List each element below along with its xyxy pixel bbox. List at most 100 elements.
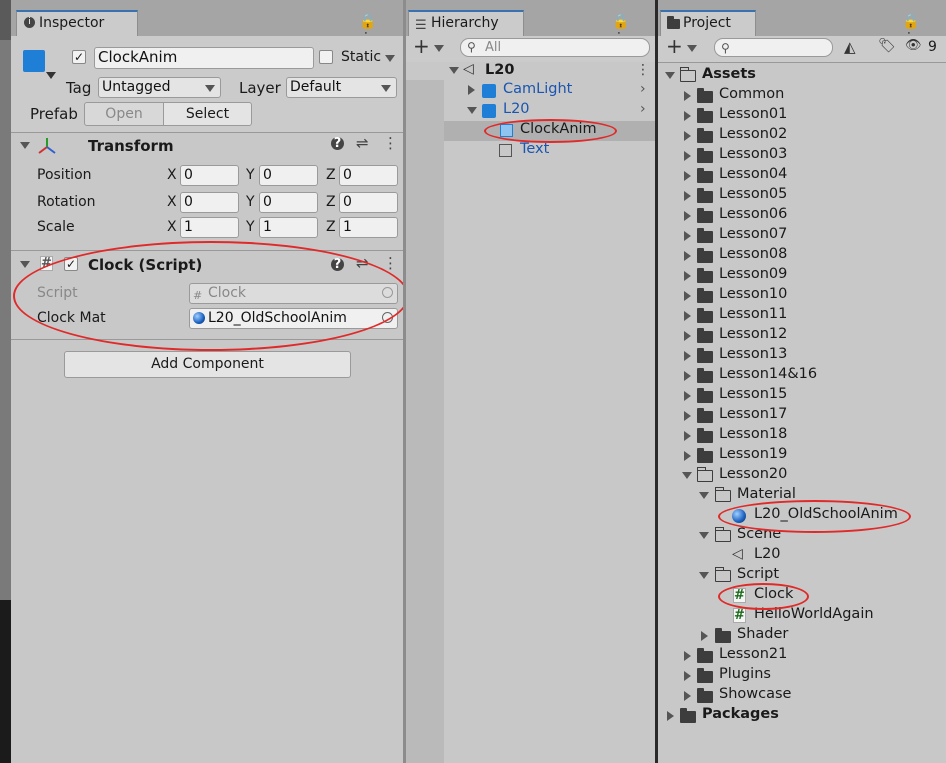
tree-item-folder[interactable]: Showcase [658, 686, 946, 706]
tree-item-folder[interactable]: Lesson10 [658, 286, 946, 306]
foldout-icon[interactable] [684, 271, 691, 281]
tree-item-folder[interactable]: Lesson01 [658, 106, 946, 126]
tree-item-folder[interactable]: Lesson07 [658, 226, 946, 246]
active-checkbox[interactable]: ✓ [72, 50, 86, 64]
icon-dropdown-icon[interactable] [46, 72, 56, 79]
tree-item-scene-asset[interactable]: ◁ L20 [658, 546, 946, 566]
filter-by-label-icon[interactable]: 🏷 [878, 38, 896, 54]
hierarchy-item-text[interactable]: Text [406, 141, 655, 161]
foldout-icon[interactable] [684, 391, 691, 401]
foldout-icon[interactable] [699, 492, 709, 499]
hierarchy-item-clockanim[interactable]: ClockAnim [444, 121, 655, 141]
chevron-right-icon[interactable]: › [640, 101, 646, 117]
tree-item-material-asset[interactable]: L20_OldSchoolAnim [658, 506, 946, 526]
preset-icon[interactable]: ⇌ [356, 134, 369, 152]
foldout-icon[interactable] [684, 451, 691, 461]
static-dropdown-icon[interactable] [385, 55, 395, 62]
object-picker-icon[interactable] [382, 312, 393, 323]
tab-project[interactable]: Project [660, 10, 756, 36]
static-checkbox[interactable] [319, 50, 333, 64]
foldout-icon[interactable] [684, 351, 691, 361]
project-search-input[interactable]: ⚲ [714, 38, 833, 57]
foldout-icon[interactable] [684, 331, 691, 341]
tree-item-folder[interactable]: Lesson13 [658, 346, 946, 366]
scale-x-input[interactable]: 1 [180, 217, 239, 238]
tree-item-script[interactable]: Script [658, 566, 946, 586]
hierarchy-item-l20[interactable]: L20 › [406, 101, 655, 121]
tree-item-folder[interactable]: Lesson03 [658, 146, 946, 166]
chevron-right-icon[interactable]: › [640, 81, 646, 97]
layer-dropdown[interactable]: Default [286, 77, 397, 98]
rotation-y-input[interactable]: 0 [259, 192, 318, 213]
tab-hierarchy[interactable]: ☰ Hierarchy [408, 10, 524, 36]
foldout-icon[interactable] [684, 251, 691, 261]
tree-item-material[interactable]: Material [658, 486, 946, 506]
rotation-z-input[interactable]: 0 [339, 192, 398, 213]
help-icon[interactable]: ? [331, 137, 344, 150]
tab-inspector[interactable]: i Inspector [16, 10, 138, 36]
component-enabled-checkbox[interactable]: ✓ [64, 257, 78, 271]
create-plus-icon[interactable]: + [666, 34, 683, 58]
tree-item-folder[interactable]: Common [658, 86, 946, 106]
hierarchy-item-camlight[interactable]: CamLight › [406, 81, 655, 101]
foldout-icon[interactable] [684, 111, 691, 121]
tree-item-folder[interactable]: Lesson21 [658, 646, 946, 666]
help-icon[interactable]: ? [331, 258, 344, 271]
tree-item-packages[interactable]: Packages [658, 706, 946, 726]
foldout-icon[interactable] [684, 411, 691, 421]
create-dropdown-icon[interactable] [687, 45, 697, 52]
clock-mat-object-field[interactable]: L20_OldSchoolAnim [189, 308, 398, 329]
position-y-input[interactable]: 0 [259, 165, 318, 186]
scene-row[interactable]: ◁ L20 ⋮ [406, 61, 655, 80]
tree-item-folder[interactable]: Lesson09 [658, 266, 946, 286]
foldout-icon[interactable] [467, 107, 477, 114]
foldout-icon[interactable] [684, 671, 691, 681]
foldout-icon[interactable] [684, 191, 691, 201]
tree-item-scene[interactable]: Scene [658, 526, 946, 546]
scale-y-input[interactable]: 1 [259, 217, 318, 238]
foldout-icon[interactable] [684, 151, 691, 161]
position-z-input[interactable]: 0 [339, 165, 398, 186]
filter-by-type-icon[interactable]: ◭ [844, 38, 856, 56]
tree-item-folder[interactable]: Lesson04 [658, 166, 946, 186]
tree-item-folder[interactable]: Lesson05 [658, 186, 946, 206]
create-plus-icon[interactable]: + [413, 34, 430, 58]
foldout-icon[interactable] [684, 171, 691, 181]
tree-item-folder[interactable]: Lesson11 [658, 306, 946, 326]
context-menu-icon[interactable]: ⋮ [383, 134, 398, 152]
tree-item-folder[interactable]: Plugins [658, 666, 946, 686]
tree-item-shader[interactable]: Shader [658, 626, 946, 646]
context-menu-icon[interactable]: ⋮ [383, 254, 398, 272]
scale-z-input[interactable]: 1 [339, 217, 398, 238]
tree-item-lesson20[interactable]: Lesson20 [658, 466, 946, 486]
foldout-icon[interactable] [449, 67, 459, 74]
foldout-icon[interactable] [20, 142, 30, 149]
tree-item-folder[interactable]: Lesson14&16 [658, 366, 946, 386]
tree-item-folder[interactable]: Lesson12 [658, 326, 946, 346]
tree-item-assets[interactable]: Assets [658, 66, 946, 86]
foldout-icon[interactable] [684, 291, 691, 301]
tree-item-folder[interactable]: Lesson02 [658, 126, 946, 146]
tree-item-folder[interactable]: Lesson15 [658, 386, 946, 406]
foldout-icon[interactable] [684, 311, 691, 321]
tree-item-folder[interactable]: Lesson18 [658, 426, 946, 446]
prefab-open-button[interactable]: Open [84, 102, 164, 126]
foldout-icon[interactable] [684, 131, 691, 141]
foldout-icon[interactable] [684, 651, 691, 661]
tree-item-folder[interactable]: Lesson19 [658, 446, 946, 466]
foldout-icon[interactable] [699, 532, 709, 539]
position-x-input[interactable]: 0 [180, 165, 239, 186]
tag-dropdown[interactable]: Untagged [98, 77, 221, 98]
foldout-icon[interactable] [684, 691, 691, 701]
hierarchy-search-input[interactable]: ⚲ All [460, 38, 650, 57]
foldout-icon[interactable] [684, 231, 691, 241]
tree-item-helloworld-script[interactable]: # HelloWorldAgain [658, 606, 946, 626]
foldout-icon[interactable] [20, 261, 30, 268]
add-component-button[interactable]: Add Component [64, 351, 351, 378]
preset-icon[interactable]: ⇌ [356, 254, 369, 272]
tree-item-folder[interactable]: Lesson17 [658, 406, 946, 426]
foldout-icon[interactable] [468, 85, 475, 95]
foldout-icon[interactable] [684, 211, 691, 221]
foldout-icon[interactable] [665, 72, 675, 79]
context-menu-icon[interactable]: ⋮ [636, 62, 650, 78]
